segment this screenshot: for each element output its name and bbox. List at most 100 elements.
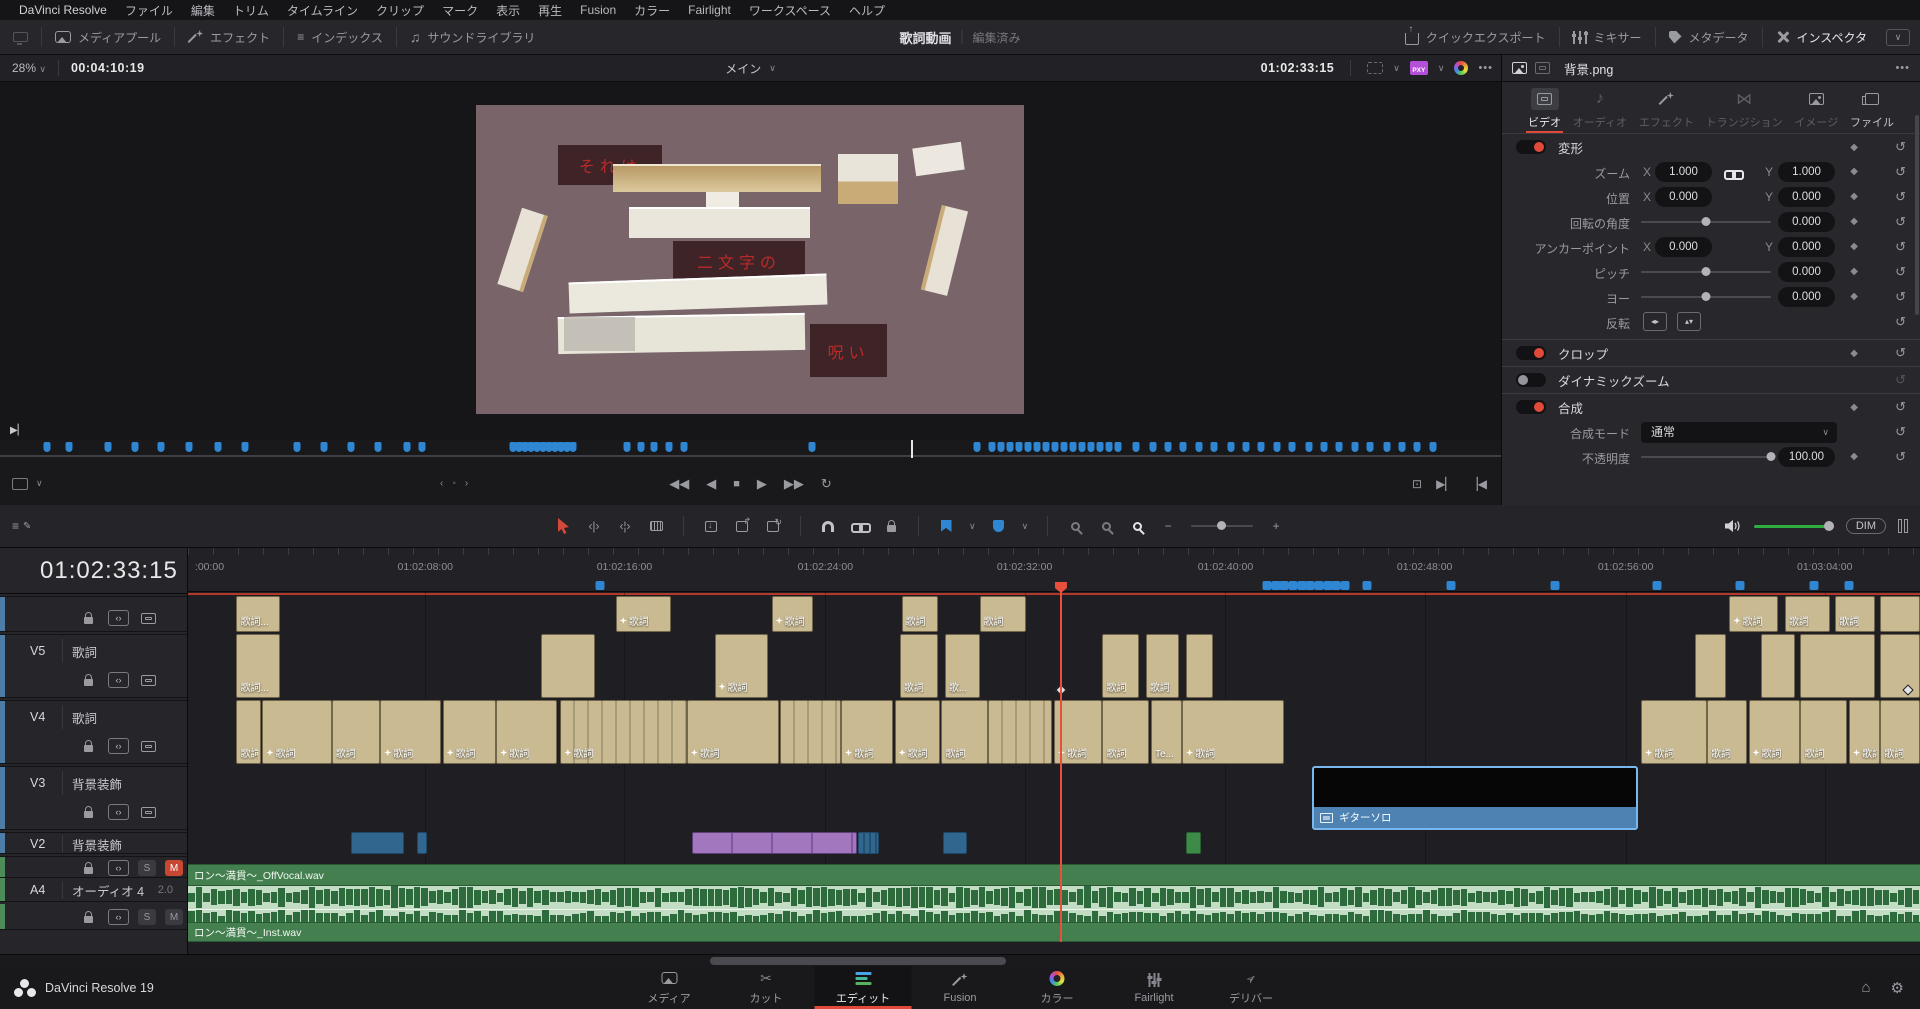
timeline-marker[interactable] bbox=[1332, 581, 1341, 590]
sound-library-button[interactable]: ♫サウンドライブラリ bbox=[397, 20, 549, 54]
scrub-marker[interactable] bbox=[1164, 442, 1171, 452]
timeline-clip[interactable]: 歌詞... bbox=[236, 596, 279, 632]
solo-button[interactable]: S bbox=[138, 909, 156, 925]
yaw-slider[interactable] bbox=[1641, 296, 1771, 298]
timeline-clip[interactable]: 歌詞 bbox=[772, 596, 814, 632]
rotation-slider[interactable] bbox=[1641, 221, 1771, 223]
track-lock-button[interactable] bbox=[78, 860, 99, 876]
timeline-clip[interactable] bbox=[541, 634, 595, 698]
menu-item[interactable]: Fairlight bbox=[679, 3, 740, 17]
page-tab-Fusion[interactable]: Fusion bbox=[912, 966, 1009, 1009]
page-tab-エディット[interactable]: エディット bbox=[815, 966, 912, 1009]
timeline-clip[interactable]: 歌詞 bbox=[443, 700, 497, 764]
pitch-field[interactable]: 0.000 bbox=[1778, 262, 1835, 282]
chevron-down-icon[interactable]: ∨ bbox=[1022, 521, 1029, 532]
timeline-marker[interactable] bbox=[1323, 581, 1332, 590]
track-header-v3[interactable]: V3背景装飾 ‹› bbox=[0, 766, 187, 830]
menu-item[interactable]: トリム bbox=[224, 2, 278, 19]
dynamic-zoom-toggle[interactable] bbox=[1516, 373, 1546, 387]
app-menu[interactable]: DaVinci Resolve bbox=[10, 3, 116, 17]
scrub-marker[interactable] bbox=[418, 442, 425, 452]
scrub-marker[interactable] bbox=[1211, 442, 1218, 452]
track-film-icon[interactable] bbox=[138, 672, 159, 688]
menu-item[interactable]: マーク bbox=[433, 2, 487, 19]
prev-keyframe-button[interactable]: ‹ bbox=[440, 478, 443, 489]
timeline-clip[interactable]: 歌詞 bbox=[900, 634, 938, 698]
scrub-marker[interactable] bbox=[651, 442, 658, 452]
timeline-clip[interactable]: 歌詞 bbox=[895, 700, 940, 764]
timeline-clip[interactable]: 歌詞 bbox=[1146, 634, 1179, 698]
effects-button[interactable]: エフェクト bbox=[175, 20, 283, 54]
scrub-marker[interactable] bbox=[1320, 442, 1327, 452]
scrub-marker[interactable] bbox=[1133, 442, 1140, 452]
playhead[interactable] bbox=[1060, 588, 1062, 942]
timeline-clip[interactable]: 歌詞 bbox=[1835, 596, 1875, 632]
timeline-clip[interactable] bbox=[1800, 634, 1874, 698]
play-around-button[interactable]: ▶▏ bbox=[1436, 477, 1454, 491]
page-tab-デリバー[interactable]: ➢デリバー bbox=[1203, 966, 1300, 1009]
audio-clip-offvocal[interactable]: ロン〜満貫〜_OffVocal.wav bbox=[188, 864, 1920, 886]
scrub-marker[interactable] bbox=[1115, 442, 1122, 452]
flip-vertical-button[interactable]: ▴▾ bbox=[1677, 312, 1701, 331]
zoom-y-field[interactable]: 1.000 bbox=[1778, 162, 1835, 182]
zoom-full-extent-button[interactable] bbox=[1067, 517, 1083, 535]
color-wheel-icon[interactable] bbox=[1454, 61, 1468, 75]
anchor-y-field[interactable]: 0.000 bbox=[1778, 237, 1835, 257]
keyframe-icon[interactable]: ◆ bbox=[1850, 266, 1858, 277]
scrub-marker[interactable] bbox=[241, 442, 248, 452]
tab-ファイル[interactable]: ファイル bbox=[1848, 86, 1896, 133]
stop-button[interactable]: ■ bbox=[733, 478, 740, 490]
position-x-field[interactable]: 0.000 bbox=[1655, 187, 1712, 207]
reset-icon[interactable]: ↺ bbox=[1895, 289, 1906, 305]
timeline-clip[interactable] bbox=[351, 832, 405, 854]
menu-item[interactable]: クリップ bbox=[367, 2, 433, 19]
auto-select-button[interactable]: ‹› bbox=[108, 672, 129, 688]
track-lock-button[interactable] bbox=[78, 909, 99, 925]
chevron-down-icon[interactable]: ∨ bbox=[36, 478, 43, 489]
keyframe-icon[interactable]: ◆ bbox=[1850, 291, 1858, 302]
reset-icon[interactable]: ↺ bbox=[1895, 264, 1906, 280]
position-y-field[interactable]: 0.000 bbox=[1778, 187, 1835, 207]
chevron-down-icon[interactable]: ∨ bbox=[969, 521, 976, 532]
timeline-clip[interactable]: 歌詞 bbox=[380, 700, 441, 764]
scrub-marker[interactable] bbox=[974, 442, 981, 452]
timeline-marker[interactable] bbox=[1363, 581, 1372, 590]
next-keyframe-button[interactable]: › bbox=[465, 478, 468, 489]
zoom-custom-button[interactable] bbox=[1129, 517, 1145, 535]
scrub-marker[interactable] bbox=[105, 442, 112, 452]
viewer-canvas[interactable]: それは 二文字の 呪い ▶▏ bbox=[0, 82, 1501, 440]
timeline-select[interactable]: メイン∨ bbox=[725, 60, 776, 77]
transform-overlay-icon[interactable] bbox=[1367, 62, 1383, 74]
timeline-clip[interactable]: Te... bbox=[1151, 700, 1182, 764]
reset-icon[interactable]: ↺ bbox=[1895, 214, 1906, 230]
menu-item[interactable]: ファイル bbox=[116, 2, 182, 19]
timeline-clip[interactable]: 歌詞 bbox=[332, 700, 380, 764]
razor-edit-mode-button[interactable] bbox=[648, 517, 664, 535]
timeline-horizontal-scrollbar[interactable] bbox=[0, 954, 1920, 966]
timeline-marker[interactable] bbox=[1271, 581, 1280, 590]
timeline-options-button[interactable]: ≡✎ bbox=[12, 519, 31, 533]
scrub-marker[interactable] bbox=[186, 442, 193, 452]
pitch-slider[interactable] bbox=[1641, 271, 1771, 273]
linked-selection-button[interactable] bbox=[851, 517, 868, 535]
menu-item[interactable]: ワークスペース bbox=[740, 2, 840, 19]
scrub-marker[interactable] bbox=[1274, 442, 1281, 452]
timeline-clip[interactable]: 歌詞... bbox=[236, 634, 279, 698]
scrub-marker[interactable] bbox=[214, 442, 221, 452]
timeline-clip[interactable] bbox=[692, 832, 857, 854]
inspector-options-ellipsis[interactable]: ••• bbox=[1895, 62, 1910, 74]
timeline-clip[interactable] bbox=[1695, 634, 1726, 698]
track-header-v2[interactable]: V2背景装飾 bbox=[0, 832, 187, 854]
trim-edit-mode-button[interactable]: ‹|› bbox=[586, 517, 602, 535]
auto-select-button[interactable]: ‹› bbox=[108, 610, 129, 626]
audio-clip-inst[interactable]: ロン〜満貫〜_Inst.wav bbox=[188, 922, 1920, 942]
selection-mode-button[interactable] bbox=[555, 517, 571, 535]
scrub-marker[interactable] bbox=[1367, 442, 1374, 452]
scrub-marker[interactable] bbox=[1079, 442, 1086, 452]
page-tab-カット[interactable]: ✂カット bbox=[718, 966, 815, 1009]
timeline-clip[interactable]: 歌... bbox=[945, 634, 980, 698]
viewer-toggle-button[interactable] bbox=[0, 20, 41, 54]
auto-select-button[interactable]: ‹› bbox=[108, 860, 129, 876]
marker-button[interactable] bbox=[991, 517, 1007, 535]
keyframe-icon[interactable]: ◆ bbox=[1850, 166, 1858, 177]
